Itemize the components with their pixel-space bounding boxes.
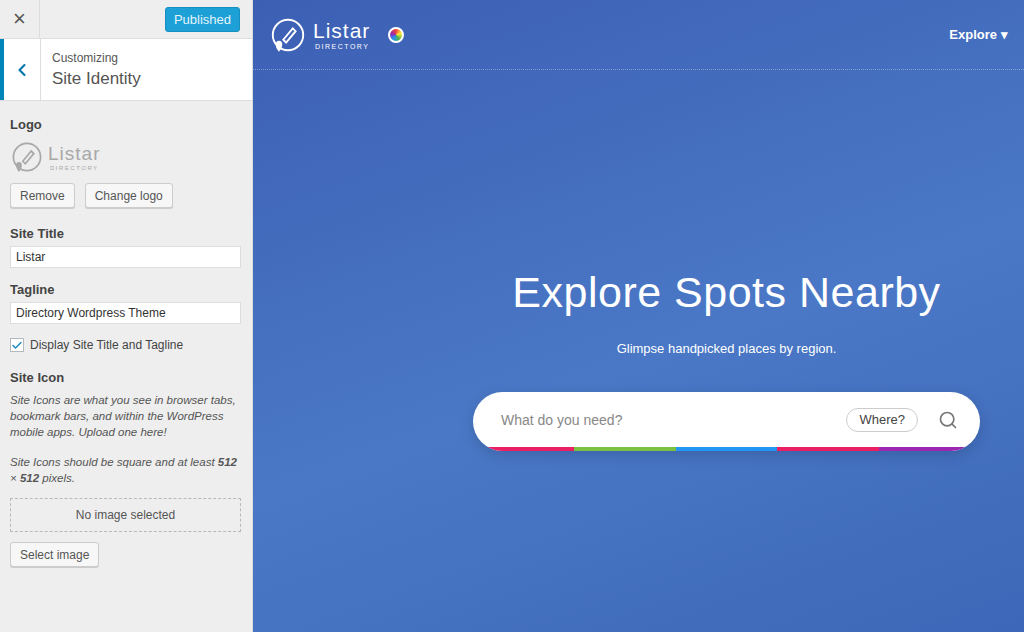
logo-button[interactable]: Change logo bbox=[85, 183, 173, 208]
color-wheel-icon[interactable] bbox=[388, 27, 404, 43]
checkbox-label: Display Site Title and Tagline bbox=[30, 338, 183, 352]
accent-segment bbox=[574, 447, 675, 451]
hero: Explore Spots Nearby Glimpse handpicked p… bbox=[253, 70, 1024, 632]
brand-logo[interactable]: Listar DIRECTORY bbox=[269, 16, 370, 54]
publish-button[interactable]: Published bbox=[165, 7, 240, 32]
text-field: Site Title Listar bbox=[10, 226, 241, 268]
checkbox[interactable] bbox=[10, 338, 24, 352]
search-icon bbox=[938, 410, 958, 430]
accent-segment bbox=[879, 447, 980, 451]
brand-row: Listar DIRECTORY bbox=[269, 16, 404, 54]
chevron-left-icon bbox=[12, 60, 32, 80]
text-input[interactable]: Directory Wordpress Theme bbox=[10, 302, 241, 324]
accent-segment bbox=[777, 447, 878, 451]
select-image-button[interactable]: Select image bbox=[10, 542, 99, 567]
search-bar: What do you need? Where? bbox=[473, 392, 980, 451]
controls: Logo Listar DIRECTORY Remove Change logo Site… bbox=[0, 101, 252, 567]
logo-name: Listar bbox=[48, 144, 100, 163]
accent-strip bbox=[473, 447, 980, 451]
site-icon-size-note: Site Icons should be square and at least… bbox=[10, 454, 241, 486]
checkbox-row[interactable]: Display Site Title and Tagline bbox=[10, 338, 241, 352]
section-subtitle: Customizing bbox=[52, 51, 141, 65]
text-input[interactable]: Listar bbox=[10, 246, 241, 268]
accent-segment bbox=[676, 447, 777, 451]
brand-words: Listar DIRECTORY bbox=[313, 20, 370, 50]
section-titles: Customizing Site Identity bbox=[41, 39, 141, 100]
where-button[interactable]: Where? bbox=[846, 408, 918, 432]
search-button[interactable] bbox=[938, 410, 958, 430]
logo-label: Logo bbox=[10, 117, 241, 132]
accent-segment bbox=[473, 447, 574, 451]
search-inner: What do you need? Where? bbox=[473, 392, 980, 447]
brand-tagline: DIRECTORY bbox=[313, 43, 370, 50]
field-label: Tagline bbox=[10, 282, 241, 297]
customizer-sidebar: × Published Customizing Site Identity Logo Li… bbox=[0, 0, 253, 632]
section-title: Site Identity bbox=[52, 69, 141, 89]
logo-icon bbox=[10, 140, 44, 174]
top-bar: × Published bbox=[0, 0, 252, 39]
field-label: Site Title bbox=[10, 226, 241, 241]
logo-buttons: Remove Change logo bbox=[10, 183, 241, 208]
logo-tagline: DIRECTORY bbox=[48, 165, 100, 171]
logo-button[interactable]: Remove bbox=[10, 183, 75, 208]
hero-subtitle: Glimpse handpicked places by region. bbox=[617, 341, 837, 356]
site-icon-description: Site Icons are what you see in browser t… bbox=[10, 392, 241, 440]
explore-menu[interactable]: Explore▾ bbox=[949, 27, 1008, 42]
hero-content: Explore Spots Nearby Glimpse handpicked p… bbox=[473, 268, 980, 632]
select-row: Select image bbox=[10, 542, 241, 567]
close-button[interactable]: × bbox=[0, 0, 40, 38]
site-icon-label: Site Icon bbox=[10, 370, 241, 385]
logo-words: Listar DIRECTORY bbox=[48, 144, 100, 171]
brand-icon bbox=[269, 16, 307, 54]
back-button[interactable] bbox=[0, 39, 41, 100]
preview-header: Listar DIRECTORY Explore▾ bbox=[253, 0, 1024, 70]
section-header: Customizing Site Identity bbox=[0, 39, 252, 101]
image-dropzone[interactable]: No image selected bbox=[10, 498, 241, 532]
check-icon bbox=[11, 339, 23, 352]
caret-icon: ▾ bbox=[1001, 27, 1008, 42]
brand-name: Listar bbox=[313, 20, 370, 41]
customizer: × Published Customizing Site Identity Logo Li… bbox=[0, 0, 1024, 632]
logo-preview: Listar DIRECTORY bbox=[10, 137, 241, 177]
hero-title: Explore Spots Nearby bbox=[512, 268, 940, 317]
search-input[interactable]: What do you need? bbox=[501, 412, 836, 428]
site-preview: Listar DIRECTORY Explore▾ Explore Spots Nea… bbox=[253, 0, 1024, 632]
text-field: Tagline Directory Wordpress Theme bbox=[10, 282, 241, 324]
